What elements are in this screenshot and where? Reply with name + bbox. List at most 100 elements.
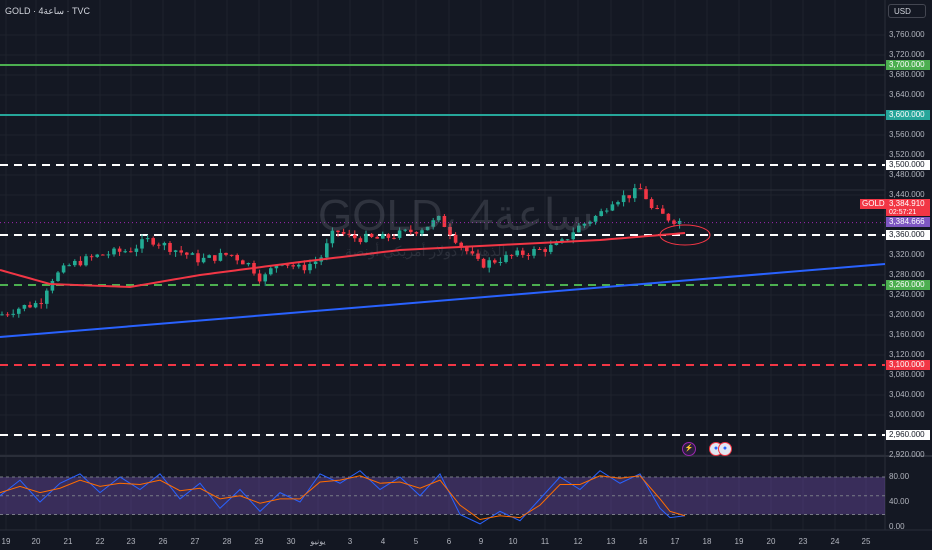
last-price: 3,384.910: [889, 199, 925, 208]
candle: [644, 189, 648, 200]
candle: [241, 260, 245, 265]
time-axis-label: 3: [347, 537, 353, 546]
time-axis-label: 19: [1, 537, 11, 546]
chart-window[interactable]: GOLD، 4ساعة الذهب / دولار أمريكي أونصة G…: [0, 0, 932, 550]
time-axis-label: 22: [95, 537, 105, 546]
candle: [498, 261, 503, 263]
candle: [666, 213, 671, 221]
price-axis-label: 3,120.000: [889, 350, 925, 359]
candle: [269, 268, 273, 275]
time-axis-label: 19: [734, 537, 744, 546]
candle: [526, 254, 531, 256]
candle: [308, 264, 312, 271]
candle: [84, 256, 88, 266]
candle: [213, 255, 217, 261]
dividend-event-icon[interactable]: ⚡: [682, 442, 696, 456]
candle: [39, 303, 43, 305]
candle: [67, 265, 71, 267]
price-axis-label: 3,520.000: [889, 150, 925, 159]
candle: [173, 250, 178, 252]
candle: [17, 308, 21, 314]
candle: [190, 253, 195, 255]
candle: [291, 265, 295, 267]
candle: [487, 260, 491, 268]
price-chart[interactable]: [0, 0, 932, 550]
candle: [123, 251, 127, 253]
time-axis-label: 11: [540, 537, 550, 546]
candle: [117, 248, 122, 252]
candle: [28, 304, 32, 308]
ma-price-tag: 3,384.666: [886, 217, 930, 227]
price-axis-label: 3,000.000: [889, 410, 925, 419]
time-axis-label: 4: [380, 537, 386, 546]
candle: [633, 188, 637, 199]
price-axis-label: 3,160.000: [889, 330, 925, 339]
candle: [627, 195, 631, 199]
candle: [207, 255, 211, 258]
price-axis-label: 3,480.000: [889, 170, 925, 179]
candle: [196, 253, 200, 263]
price-axis-label: 3,320.000: [889, 250, 925, 259]
time-axis-label: 5: [413, 537, 419, 546]
price-axis-label: 3,080.000: [889, 370, 925, 379]
us-flag-event-icon[interactable]: ●: [718, 442, 732, 456]
candle: [610, 204, 615, 211]
candle: [162, 242, 167, 246]
time-axis-label: 26: [158, 537, 168, 546]
candle: [649, 199, 654, 208]
candle: [229, 254, 234, 256]
price-axis-label: 3,200.000: [889, 310, 925, 319]
time-axis: [0, 530, 932, 550]
time-axis-label: 30: [286, 537, 296, 546]
candle: [235, 254, 239, 261]
time-axis-label: 13: [606, 537, 616, 546]
price-axis-label: 3,760.000: [889, 30, 925, 39]
time-axis-label: 21: [63, 537, 73, 546]
time-axis-label: 24: [830, 537, 840, 546]
price-axis-label: 3,640.000: [889, 90, 925, 99]
price-axis-label: 3,240.000: [889, 290, 925, 299]
last-price-symbol-tag: GOLD: [860, 199, 886, 209]
candle: [151, 238, 155, 245]
candle: [325, 243, 329, 258]
candle: [50, 280, 55, 291]
candle: [285, 264, 290, 266]
candle: [257, 273, 262, 282]
candle: [201, 257, 206, 263]
symbol-description-watermark: الذهب / دولار أمريكي أونصة: [345, 243, 506, 259]
price-axis-label: 3,560.000: [889, 130, 925, 139]
candle: [134, 248, 139, 252]
candle: [185, 252, 189, 255]
candle: [89, 256, 94, 258]
candle: [5, 314, 10, 316]
candle: [140, 239, 144, 249]
level-price-tag: 3,700.000: [886, 60, 930, 70]
candle: [515, 250, 519, 256]
candle: [56, 272, 60, 281]
candle: [33, 303, 38, 308]
candle: [509, 254, 514, 256]
candle: [179, 250, 183, 253]
candle: [218, 252, 223, 261]
level-price-tag: 3,360.000: [886, 230, 930, 240]
price-axis-label: 3,280.000: [889, 270, 925, 279]
time-axis-label: 20: [766, 537, 776, 546]
candle: [224, 252, 228, 255]
oscillator-axis-label: 80.00: [889, 472, 910, 481]
candle: [78, 260, 83, 266]
time-axis-label: 10: [508, 537, 518, 546]
time-axis-label: 29: [254, 537, 264, 546]
candle: [73, 260, 77, 266]
time-axis-label: 23: [798, 537, 808, 546]
time-axis-label: 20: [31, 537, 41, 546]
bar-countdown: 02:57:21: [889, 209, 917, 216]
currency-button[interactable]: USD: [888, 4, 926, 18]
level-price-tag: 3,600.000: [886, 110, 930, 120]
candle: [0, 314, 4, 316]
candle: [263, 274, 267, 282]
level-price-tag: 3,100.000: [886, 360, 930, 370]
symbol-title[interactable]: GOLD · 4ساعة · TVC: [5, 6, 90, 17]
time-axis-label: 27: [190, 537, 200, 546]
candle: [157, 244, 161, 246]
candle: [537, 249, 542, 251]
